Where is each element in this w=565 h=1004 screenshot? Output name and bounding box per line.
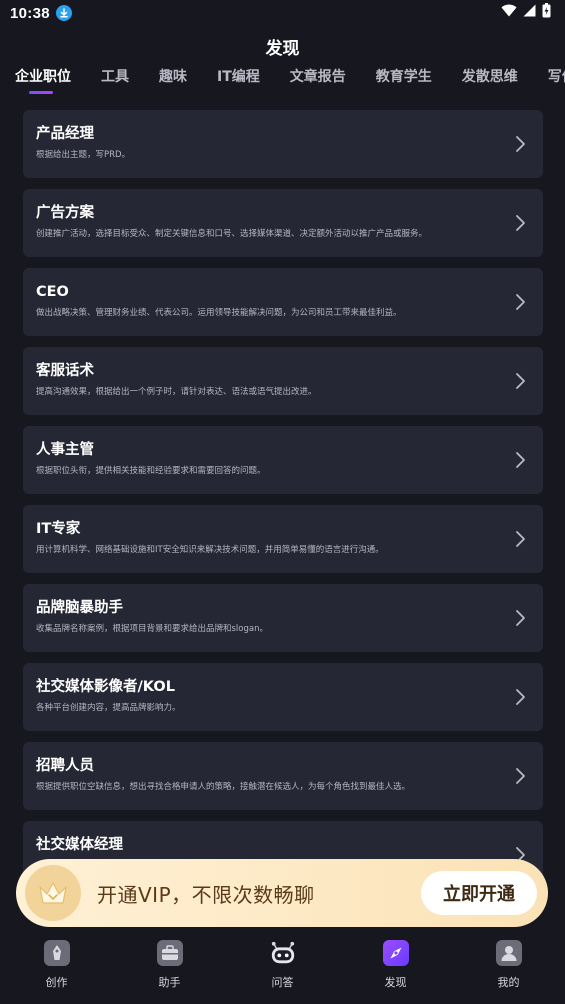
card-description: 做出战略决策、管理财务业绩、代表公司。运用领导技能解决问题，为公司和员工带来最佳… bbox=[36, 308, 402, 318]
card-title: 招聘人员 bbox=[36, 758, 94, 774]
card-title: 广告方案 bbox=[36, 205, 94, 221]
vip-banner[interactable]: 开通VIP，不限次数畅聊 立即开通 bbox=[16, 859, 548, 927]
role-card-ceo[interactable]: CEO 做出战略决策、管理财务业绩、代表公司。运用领导技能解决问题，为公司和员工… bbox=[23, 268, 543, 336]
user-icon bbox=[495, 940, 522, 966]
card-title: 产品经理 bbox=[36, 126, 94, 142]
open-vip-button[interactable]: 立即开通 bbox=[421, 871, 537, 915]
status-right bbox=[501, 3, 551, 23]
nav-label: 创作 bbox=[45, 976, 68, 989]
status-bar: 10:38 bbox=[0, 0, 565, 26]
crown-icon bbox=[25, 865, 81, 921]
page-title: 发现 bbox=[265, 39, 300, 59]
card-title: 人事主管 bbox=[36, 442, 94, 458]
nav-item-discover[interactable]: 发现 bbox=[339, 930, 452, 1004]
card-description: 用计算机科学、网络基础设施和IT安全知识来解决技术问题，并用简单易懂的语言进行沟… bbox=[36, 545, 384, 555]
category-tabs: 企业职位 工具 趣味 IT编程 文章报告 教育学生 发散思维 写作辅 bbox=[0, 66, 565, 96]
card-description: 提高沟通效果，根据给出一个例子时，请针对表达、语法或语气提出改进。 bbox=[36, 387, 317, 397]
compass-icon bbox=[382, 940, 409, 966]
role-card-brand-brainstorm[interactable]: 品牌脑暴助手 收集品牌名称案例，根据项目背景和要求给出品牌和slogan。 bbox=[23, 584, 543, 652]
card-description: 根据提供职位空缺信息，想出寻找合格申请人的策略，接触潜在候选人，为每个角色找到最… bbox=[36, 782, 411, 792]
card-title: CEO bbox=[36, 284, 69, 300]
card-title: 品牌脑暴助手 bbox=[36, 600, 123, 616]
download-icon bbox=[55, 5, 72, 21]
role-card-hr-manager[interactable]: 人事主管 根据职位头衔，提供相关技能和经验要求和需要回答的问题。 bbox=[23, 426, 543, 494]
robot-icon bbox=[270, 940, 296, 966]
nav-item-mine[interactable]: 我的 bbox=[452, 930, 565, 1004]
nav-label: 发现 bbox=[384, 976, 407, 989]
tab-enterprise-jobs[interactable]: 企业职位 bbox=[15, 66, 71, 96]
wifi-icon bbox=[501, 4, 517, 22]
chevron-right-icon bbox=[516, 610, 525, 626]
card-description: 收集品牌名称案例，根据项目背景和要求给出品牌和slogan。 bbox=[36, 624, 268, 634]
tab-divergent-thinking[interactable]: 发散思维 bbox=[462, 66, 518, 96]
signal-icon bbox=[523, 4, 536, 22]
chevron-right-icon bbox=[516, 689, 525, 705]
chevron-right-icon bbox=[516, 768, 525, 784]
chevron-right-icon bbox=[516, 215, 525, 231]
card-description: 创建推广活动，选择目标受众、制定关键信息和口号、选择媒体渠道、决定额外活动以推广… bbox=[36, 229, 428, 239]
card-description: 各种平台创建内容，提高品牌影响力。 bbox=[36, 703, 181, 713]
card-title: 社交媒体影像者/KOL bbox=[36, 679, 175, 695]
role-card-it-expert[interactable]: IT专家 用计算机科学、网络基础设施和IT安全知识来解决技术问题，并用简单易懂的… bbox=[23, 505, 543, 573]
nav-label: 我的 bbox=[497, 976, 520, 989]
role-card-recruiter[interactable]: 招聘人员 根据提供职位空缺信息，想出寻找合格申请人的策略，接触潜在候选人，为每个… bbox=[23, 742, 543, 810]
vip-promo-text: 开通VIP，不限次数畅聊 bbox=[97, 882, 315, 907]
status-time: 10:38 bbox=[10, 4, 50, 22]
chevron-right-icon bbox=[516, 531, 525, 547]
role-card-list: 产品经理 根据给出主题，写PRD。 广告方案 创建推广活动，选择目标受众、制定关… bbox=[23, 110, 543, 900]
tab-education-students[interactable]: 教育学生 bbox=[376, 66, 432, 96]
pen-icon bbox=[43, 940, 70, 966]
nav-item-create[interactable]: 创作 bbox=[0, 930, 113, 1004]
role-card-ad-plan[interactable]: 广告方案 创建推广活动，选择目标受众、制定关键信息和口号、选择媒体渠道、决定额外… bbox=[23, 189, 543, 257]
card-title: 社交媒体经理 bbox=[36, 837, 123, 853]
role-card-product-manager[interactable]: 产品经理 根据给出主题，写PRD。 bbox=[23, 110, 543, 178]
role-card-social-kol[interactable]: 社交媒体影像者/KOL 各种平台创建内容，提高品牌影响力。 bbox=[23, 663, 543, 731]
chevron-right-icon bbox=[516, 136, 525, 152]
bottom-nav: 创作 助手 问答 发现 我的 bbox=[0, 930, 565, 1004]
card-title: IT专家 bbox=[36, 521, 81, 537]
chevron-right-icon bbox=[516, 452, 525, 468]
nav-label: 助手 bbox=[158, 976, 181, 989]
tab-fun[interactable]: 趣味 bbox=[159, 66, 187, 96]
battery-icon bbox=[542, 3, 551, 23]
tab-tools[interactable]: 工具 bbox=[101, 66, 129, 96]
nav-label: 问答 bbox=[271, 976, 294, 989]
tab-article-report[interactable]: 文章报告 bbox=[290, 66, 346, 96]
tab-it-programming[interactable]: IT编程 bbox=[217, 66, 260, 96]
nav-item-qa[interactable]: 问答 bbox=[226, 930, 339, 1004]
card-description: 根据职位头衔，提供相关技能和经验要求和需要回答的问题。 bbox=[36, 466, 266, 476]
role-card-customer-service[interactable]: 客服话术 提高沟通效果，根据给出一个例子时，请针对表达、语法或语气提出改进。 bbox=[23, 347, 543, 415]
card-title: 客服话术 bbox=[36, 363, 94, 379]
status-left: 10:38 bbox=[10, 5, 72, 22]
nav-item-assistant[interactable]: 助手 bbox=[113, 930, 226, 1004]
briefcase-icon bbox=[156, 940, 183, 966]
card-description: 根据给出主题，写PRD。 bbox=[36, 150, 131, 160]
chevron-right-icon bbox=[516, 373, 525, 389]
tab-writing[interactable]: 写作辅 bbox=[548, 66, 565, 96]
chevron-right-icon bbox=[516, 294, 525, 310]
